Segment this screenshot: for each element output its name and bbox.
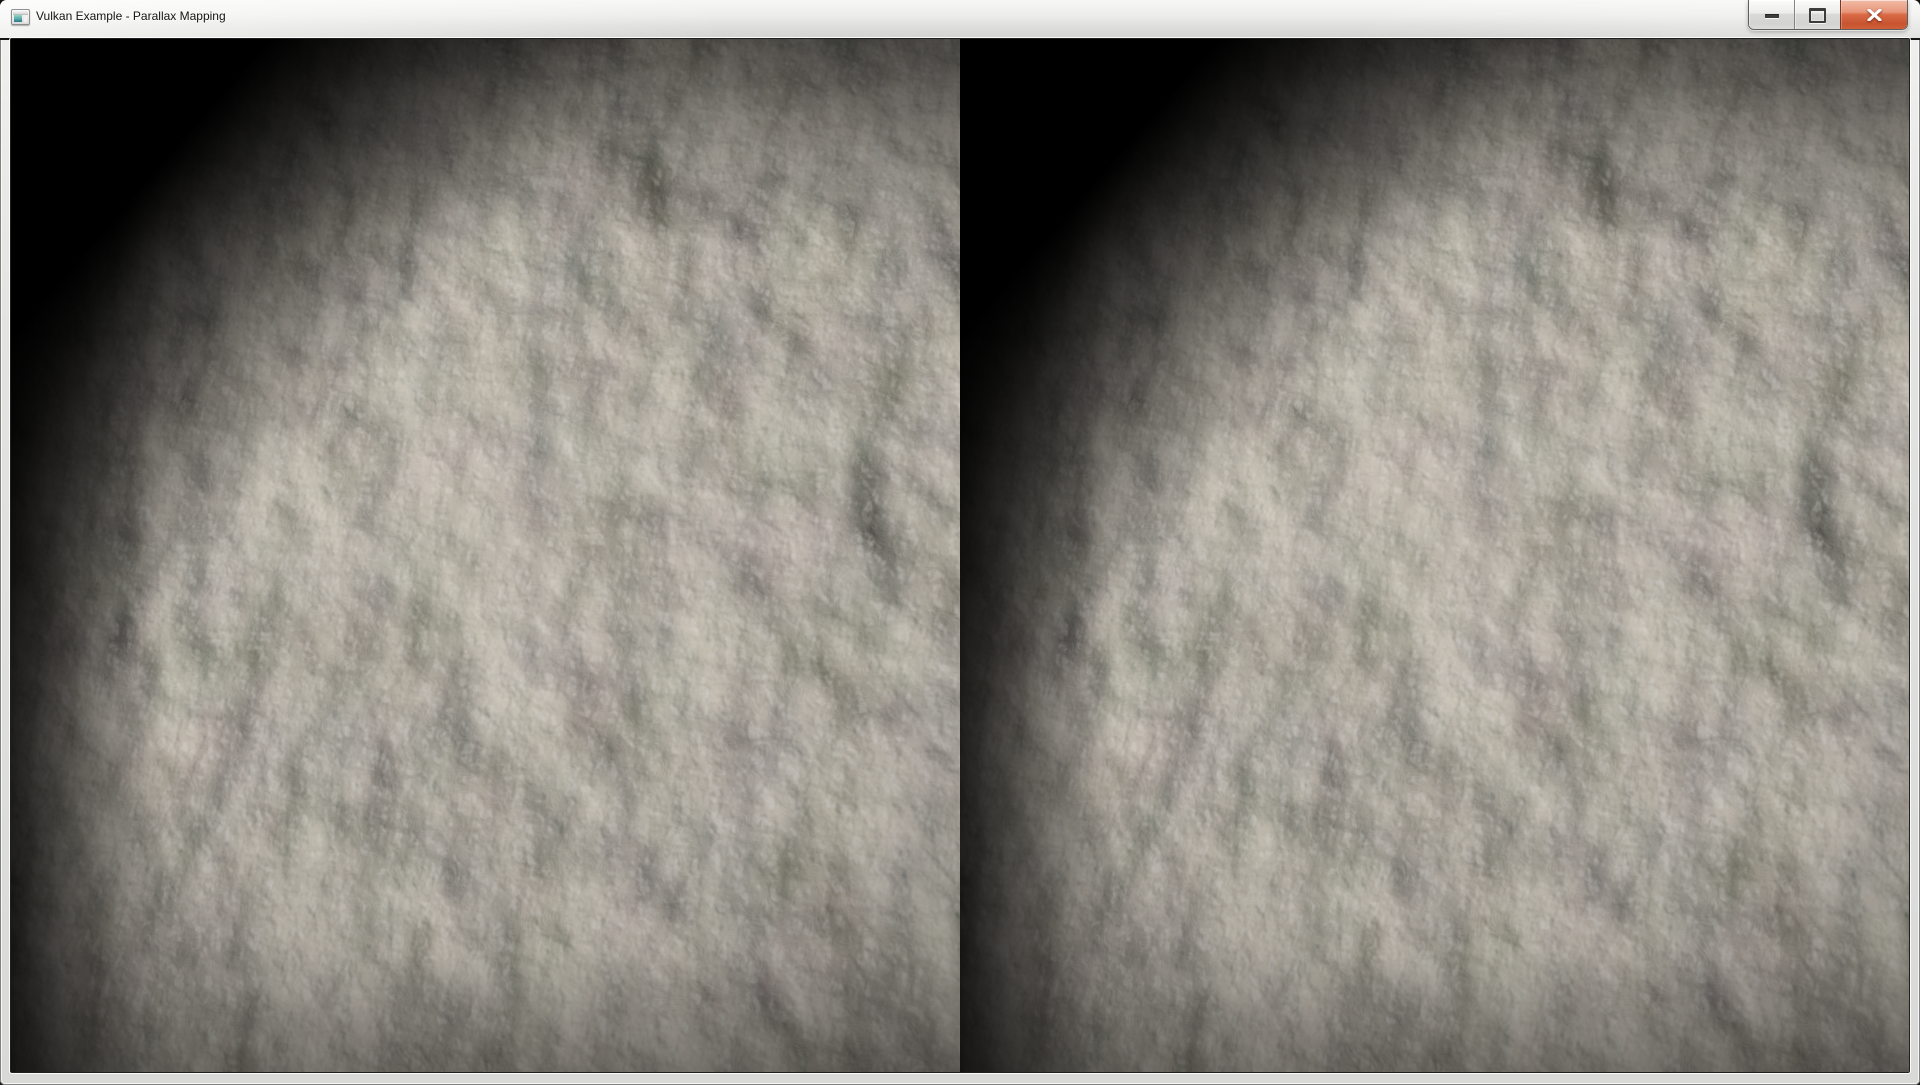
minimize-button[interactable] [1749,0,1794,29]
maximize-button[interactable] [1794,0,1840,29]
viewport-left[interactable] [11,39,960,1072]
minimize-icon [1765,14,1779,18]
app-icon-teal-block [14,15,22,22]
app-icon-white-block [24,15,27,22]
maximize-icon [1809,8,1826,23]
rock-surface-left [11,39,960,1072]
vulkan-app-icon [11,9,30,25]
render-area [10,38,1910,1073]
close-icon [1867,9,1882,21]
title-bar[interactable]: Vulkan Example - Parallax Mapping [0,0,1920,40]
app-window: Vulkan Example - Parallax Mapping [0,0,1920,1085]
close-button[interactable] [1840,0,1907,29]
window-title: Vulkan Example - Parallax Mapping [36,0,226,32]
window-controls [1748,0,1908,30]
rock-surface-right [960,39,1909,1072]
viewport-right[interactable] [960,39,1909,1072]
